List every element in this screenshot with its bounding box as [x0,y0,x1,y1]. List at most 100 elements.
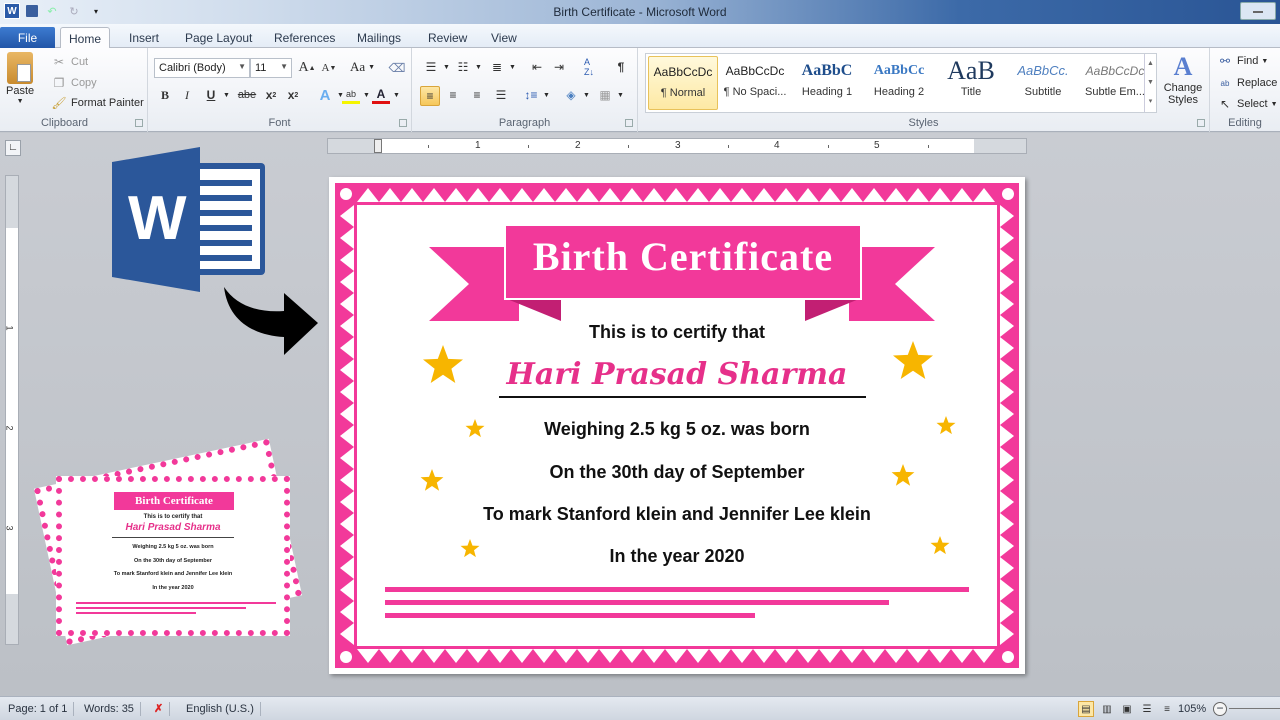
bold-icon: B [160,87,169,102]
highlight-button[interactable]: ab ▼ [342,86,370,104]
numbering-icon: ☷ [457,60,469,74]
tab-references[interactable]: References [266,27,343,48]
zoom-out-button[interactable]: − [1213,702,1227,716]
font-group: Calibri (Body) ▼ 11 ▼ A ▲ A ▼ Aa ▼ ⌫ B I U ▼ a… [148,48,412,132]
font-launcher[interactable] [399,119,407,127]
tab-insert[interactable]: Insert [121,27,167,48]
word-count[interactable]: Words: 35 [78,702,141,716]
tab-mailings[interactable]: Mailings [349,27,409,48]
justify-button[interactable]: ☰ [492,86,510,104]
borders-button[interactable]: ▦ ▼ [596,86,624,104]
paste-button[interactable]: Paste ▼ [6,52,34,105]
sort-button[interactable]: A Z↓ [580,57,598,77]
clear-formatting-button[interactable]: ⌫ [388,59,406,77]
vertical-ruler[interactable]: 1 2 3 [5,175,19,645]
tab-file[interactable]: File [0,27,55,48]
style-subtle-emphasis[interactable]: AaBbCcDc Subtle Em... [1080,56,1150,110]
zoom-level[interactable]: 105% [1172,702,1212,716]
font-name-combo[interactable]: Calibri (Body) ▼ [154,58,250,78]
align-left-button[interactable]: ≡ [420,86,440,106]
style-normal[interactable]: AaBbCcDc ¶ Normal [648,56,718,110]
star-icon [423,345,463,383]
shading-button[interactable]: ◈ ▼ [562,86,590,104]
styles-scrollbar[interactable]: ▲ ▼ ▾ [1144,54,1156,112]
print-layout-icon[interactable]: ▤ [1078,701,1094,717]
highlighter-icon: ab [342,86,360,104]
clear-formatting-icon: ⌫ [388,61,406,75]
styles-gallery: AaBbCcDc ¶ Normal AaBbCcDc ¶ No Spaci... A… [645,53,1157,113]
align-center-icon: ≡ [449,88,457,102]
zoom-slider[interactable] [1229,708,1280,709]
grow-font-button[interactable]: A ▲ [298,59,316,77]
clipboard-launcher[interactable] [135,119,143,127]
change-styles-button[interactable]: A Change Styles [1160,52,1206,106]
superscript-button[interactable]: x2 [284,86,302,104]
align-center-button[interactable]: ≡ [444,86,462,104]
document-page[interactable]: Birth Certificate This is to certify tha… [329,177,1025,674]
chevron-down-icon: ▼ [238,62,246,71]
align-left-icon: ≡ [426,89,434,103]
clipboard-label: Clipboard [40,117,89,129]
line-spacing-button[interactable]: ↕≡ ▼ [522,86,549,104]
style-title[interactable]: AaB Title [936,56,1006,110]
find-button[interactable]: ⚯ Find ▼ [1216,52,1268,70]
outline-icon[interactable]: ☰ [1140,700,1154,718]
style-subtitle[interactable]: AaBbCc. Subtitle [1008,56,1078,110]
paint-bucket-icon: ◈ [566,88,576,102]
copy-icon: ❐ [53,76,65,90]
indent-marker[interactable] [374,139,382,153]
strikethrough-button[interactable]: abe [236,86,258,104]
full-screen-reading-icon[interactable]: ▥ [1100,700,1114,718]
style-no-spacing[interactable]: AaBbCcDc ¶ No Spaci... [720,56,790,110]
select-button[interactable]: ↖ Select ▼ [1216,95,1278,113]
strikethrough-icon: abe [237,89,257,101]
font-color-button[interactable]: A ▼ [372,86,400,104]
tab-home[interactable]: Home [60,27,111,48]
cut-button[interactable]: ✂ Cut [50,53,88,71]
replace-icon: ab [1220,78,1230,88]
minimize-button[interactable] [1240,2,1276,20]
web-layout-icon[interactable]: ▣ [1120,700,1134,718]
bold-button[interactable]: B [156,86,174,104]
numbering-button[interactable]: ☷ ▼ [454,58,482,76]
binoculars-icon: ⚯ [1219,54,1231,68]
copy-button[interactable]: ❐ Copy [50,74,97,92]
style-heading-2[interactable]: AaBbCc Heading 2 [864,56,934,110]
subscript-button[interactable]: x2 [262,86,280,104]
italic-icon: I [185,87,189,102]
proofing-icon[interactable]: ✗ [148,702,171,716]
shrink-font-button[interactable]: A ▼ [320,59,338,77]
stars-layer [420,341,956,558]
certificate-thumbnail: Birth Certificate This is to certify tha… [33,438,308,660]
italic-button[interactable]: I [178,86,196,104]
font-size-combo[interactable]: 11 ▼ [250,58,292,78]
decrease-indent-button[interactable]: ⇤ [528,58,546,76]
page-count[interactable]: Page: 1 of 1 [2,702,75,716]
horizontal-ruler[interactable]: 1 2 3 4 5 [327,138,1027,154]
style-heading-1[interactable]: AaBbC Heading 1 [792,56,862,110]
align-right-button[interactable]: ≡ [468,86,486,104]
underline-button[interactable]: U ▼ [202,86,230,104]
title-bar: W ↶ ↻ ▾ Birth Certificate - Microsoft Wo… [0,0,1280,24]
increase-indent-button[interactable]: ⇥ [550,58,568,76]
paragraph-launcher[interactable] [625,119,633,127]
thumb-front-page: Birth Certificate This is to certify tha… [56,476,290,636]
tab-page-layout[interactable]: Page Layout [177,27,260,48]
tab-selector[interactable]: ∟ [5,140,21,156]
tab-view[interactable]: View [483,27,525,48]
replace-button[interactable]: ab Replace [1216,74,1278,92]
language[interactable]: English (U.S.) [180,702,261,716]
star-icon [930,536,950,555]
styles-launcher[interactable] [1197,119,1205,127]
show-formatting-button[interactable]: ¶ [612,58,630,76]
format-painter-button[interactable]: 🖌 Format Painter [50,94,143,112]
change-case-button[interactable]: Aa ▼ [350,59,375,75]
brush-icon: 🖌 [51,96,67,110]
bullets-button[interactable]: ☰ ▼ [422,58,450,76]
ribbon: Paste ▼ ✂ Cut ❐ Copy 🖌 Format Painter Clipb… [0,48,1280,132]
view-buttons: ▤ ▥ ▣ ☰ ≡ [1078,700,1174,718]
curved-arrow-icon [224,287,318,355]
multilevel-list-button[interactable]: ≣ ▼ [488,58,516,76]
text-effects-button[interactable]: A ▼ [316,86,344,104]
tab-review[interactable]: Review [420,27,475,48]
